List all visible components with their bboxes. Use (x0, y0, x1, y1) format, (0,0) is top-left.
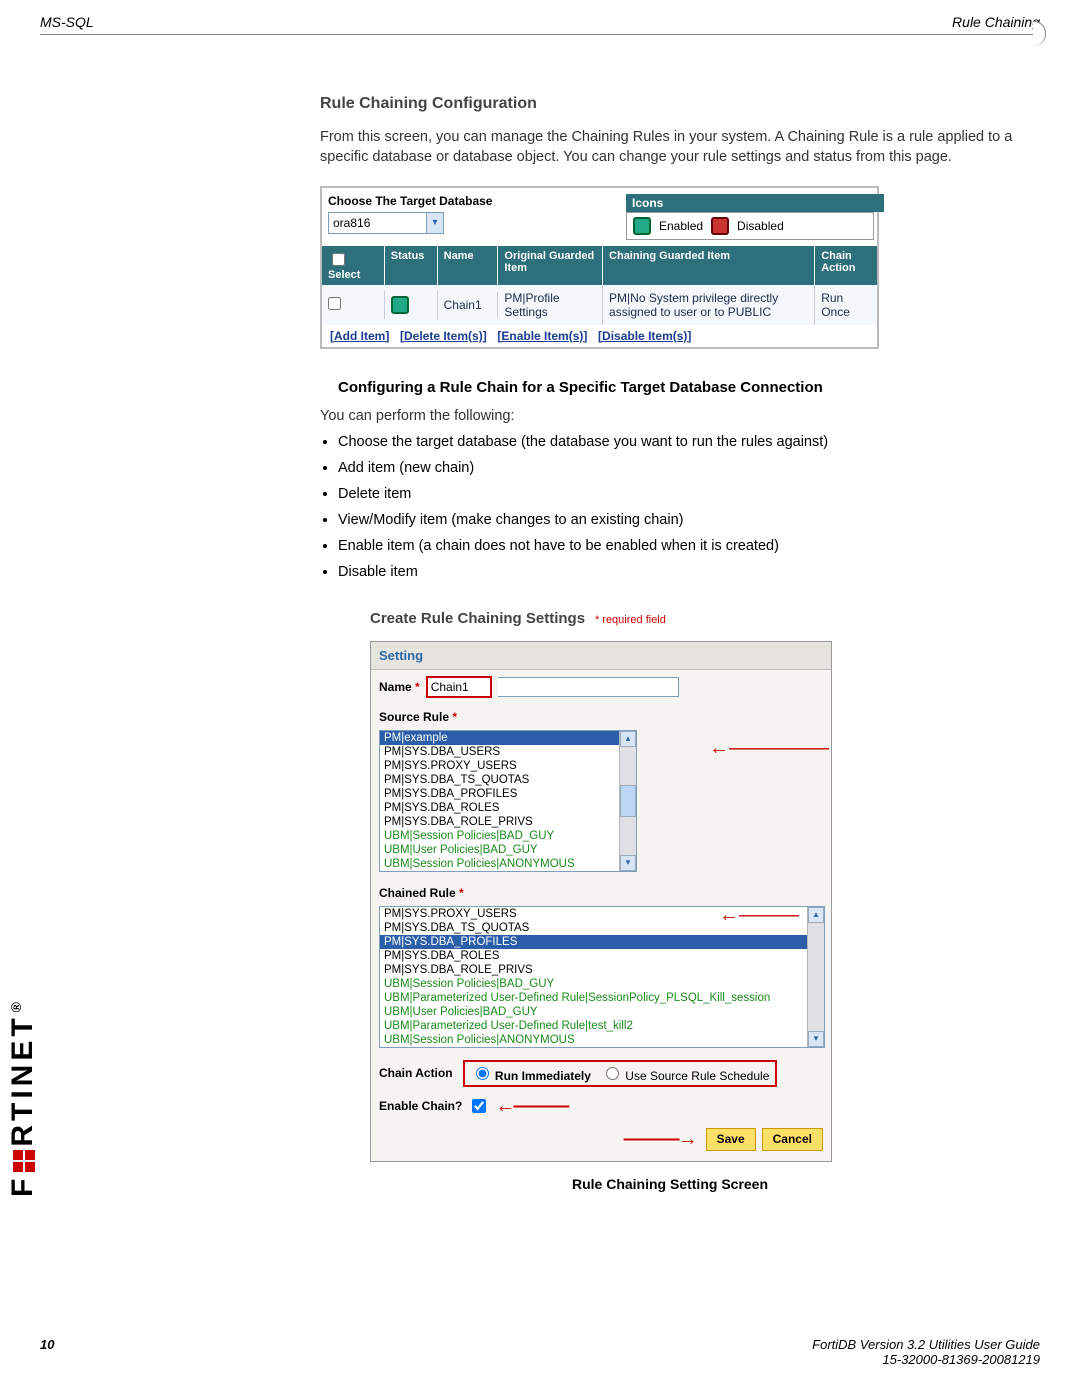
list-item[interactable]: PM|SYS.DBA_ROLE_PRIVS (380, 815, 636, 829)
header-right: Rule Chaining (952, 14, 1040, 30)
name-label: Name * (379, 680, 420, 694)
list-item[interactable]: UBM|Session Policies|ANONYMOUS (380, 857, 636, 871)
source-rule-listbox[interactable]: PM|examplePM|SYS.DBA_USERSPM|SYS.PROXY_U… (379, 730, 637, 872)
select-all-checkbox[interactable] (332, 253, 345, 266)
list-item: Enable item (a chain does not have to be… (338, 538, 1020, 554)
chain-action-label: Chain Action (379, 1066, 453, 1080)
list-item[interactable]: UBM|Parameterized User-Defined Rule|test… (380, 1019, 824, 1033)
chained-rule-listbox[interactable]: PM|SYS.PROXY_USERSPM|SYS.DBA_TS_QUOTASPM… (379, 906, 825, 1048)
section-desc: From this screen, you can manage the Cha… (320, 127, 1020, 168)
setting-header: Setting (371, 642, 831, 670)
col-action: Chain Action (815, 246, 877, 285)
col-status: Status (385, 246, 438, 285)
delete-item-link[interactable]: [Delete Item(s)] (400, 329, 487, 343)
col-name: Name (438, 246, 499, 285)
figure-caption: Rule Chaining Setting Screen (320, 1176, 1020, 1192)
row-checkbox[interactable] (328, 297, 341, 310)
create-settings-title: Create Rule Chaining Settings (370, 610, 585, 627)
list-item[interactable]: PM|SYS.DBA_ROLES (380, 801, 636, 815)
scroll-thumb[interactable] (620, 785, 636, 817)
list-item[interactable]: PM|example (380, 731, 636, 745)
list-item[interactable]: UBM|User Policies|BAD_GUY (380, 1005, 824, 1019)
use-schedule-radio[interactable]: Use Source Rule Schedule (601, 1064, 769, 1083)
scrollbar[interactable]: ▴ ▾ (807, 907, 824, 1047)
run-immediately-radio[interactable]: Run Immediately (471, 1064, 591, 1083)
list-item[interactable]: UBM|Session Policies|BAD_GUY (380, 829, 636, 843)
list-item[interactable]: PM|SYS.DBA_USERS (380, 745, 636, 759)
scroll-down-icon[interactable]: ▾ (620, 855, 636, 871)
list-item: Delete item (338, 486, 1020, 502)
page-number: 10 (40, 1337, 54, 1367)
list-item[interactable]: PM|SYS.DBA_PROFILES (380, 787, 636, 801)
status-enabled-icon (391, 296, 409, 314)
required-note: * required field (595, 614, 666, 626)
logo-icon (13, 1150, 35, 1172)
list-item[interactable]: PM|SYS.DBA_PROFILES (380, 935, 824, 949)
target-db-value: ora816 (333, 216, 370, 230)
chained-rule-label: Chained Rule * (379, 886, 464, 900)
row-guard: PM|No System privilege directly assigned… (603, 285, 815, 325)
enable-chain-label: Enable Chain? (379, 1099, 462, 1113)
scrollbar[interactable]: ▴ ▾ (619, 731, 636, 871)
annotation-arrow-icon: ―――→ (624, 1128, 696, 1151)
list-item[interactable]: PM|SYS.DBA_ROLES (380, 949, 824, 963)
target-db-dropdown[interactable]: ora816 ▾ (328, 212, 444, 234)
header-left: MS-SQL (40, 14, 94, 30)
cancel-button[interactable]: Cancel (762, 1128, 823, 1151)
list-item[interactable]: PM|SYS.PROXY_USERS (380, 759, 636, 773)
annotation-arrow-icon: ←――― (495, 1095, 567, 1118)
subheading: Configuring a Rule Chain for a Specific … (338, 379, 1020, 396)
choose-db-label: Choose The Target Database (328, 194, 618, 208)
footer-line2: 15-32000-81369-20081219 (882, 1352, 1040, 1367)
list-item[interactable]: PM|SYS.DBA_TS_QUOTAS (380, 773, 636, 787)
disabled-label: Disabled (737, 219, 784, 233)
disable-item-link[interactable]: [Disable Item(s)] (598, 329, 691, 343)
scroll-down-icon[interactable]: ▾ (808, 1031, 824, 1047)
list-item[interactable]: PM|SYS.DBA_TS_QUOTAS (380, 921, 824, 935)
list-item[interactable]: PM|SYS.PROXY_USERS (380, 907, 824, 921)
bullet-list: Choose the target database (the database… (338, 434, 1020, 580)
page-footer: 10 FortiDB Version 3.2 Utilities User Gu… (40, 1337, 1040, 1367)
intro-text: You can perform the following: (320, 406, 1020, 426)
enabled-icon (633, 217, 651, 235)
list-item[interactable]: PM|SYS.DBA_ROLE_PRIVS (380, 963, 824, 977)
section-title: Rule Chaining Configuration (320, 95, 1020, 113)
source-rule-label: Source Rule * (379, 710, 457, 724)
table-row[interactable]: Chain1 PM|Profile Settings PM|No System … (322, 285, 877, 325)
row-orig: PM|Profile Settings (498, 285, 603, 325)
name-input-extension[interactable] (498, 677, 679, 697)
list-item[interactable]: UBM|Parameterized User-Defined Rule|Sess… (380, 991, 824, 1005)
enabled-label: Enabled (659, 219, 703, 233)
grid-header: Select Status Name Original Guarded Item… (322, 246, 877, 285)
enable-item-link[interactable]: [Enable Item(s)] (497, 329, 587, 343)
list-item[interactable]: UBM|User Policies|BAD_GUY (380, 843, 636, 857)
icons-header: Icons (626, 194, 884, 212)
list-item: Add item (new chain) (338, 460, 1020, 476)
list-item[interactable]: UBM|Session Policies|ANONYMOUS (380, 1033, 824, 1047)
save-button[interactable]: Save (706, 1128, 756, 1151)
col-guard: Chaining Guarded Item (603, 246, 815, 285)
create-settings-panel: Setting Name * Source Rule * PM|exampleP… (370, 641, 832, 1162)
rule-chaining-config-panel: Choose The Target Database ora816 ▾ Icon… (320, 186, 879, 349)
disabled-icon (711, 217, 729, 235)
enable-chain-checkbox[interactable] (472, 1099, 486, 1113)
scroll-up-icon[interactable]: ▴ (620, 731, 636, 747)
list-item[interactable]: UBM|Session Policies|BAD_GUY (380, 977, 824, 991)
add-item-link[interactable]: [Add Item] (330, 329, 389, 343)
fortinet-logo: FRTINET® (6, 998, 40, 1197)
list-item: Disable item (338, 564, 1020, 580)
row-action: Run Once (815, 285, 877, 325)
list-item: View/Modify item (make changes to an exi… (338, 512, 1020, 528)
list-item: Choose the target database (the database… (338, 434, 1020, 450)
row-name: Chain1 (438, 292, 499, 318)
chevron-down-icon[interactable]: ▾ (426, 213, 443, 233)
footer-line1: FortiDB Version 3.2 Utilities User Guide (812, 1337, 1040, 1352)
scroll-up-icon[interactable]: ▴ (808, 907, 824, 923)
name-input[interactable] (426, 676, 492, 698)
chain-action-group: Run Immediately Use Source Rule Schedule (463, 1060, 778, 1087)
col-orig: Original Guarded Item (498, 246, 603, 285)
